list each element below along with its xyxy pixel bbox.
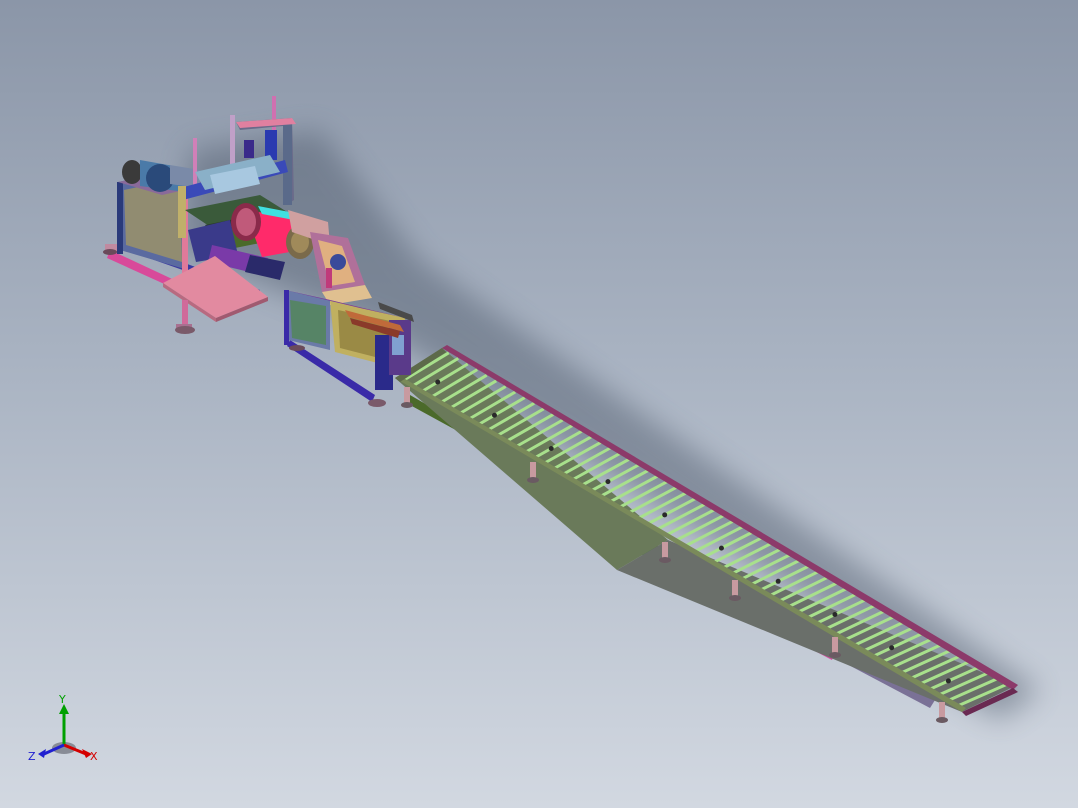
conveyor-leg-foot	[729, 595, 741, 601]
x-axis-label: X	[90, 750, 98, 763]
conveyor-leg-foot	[401, 402, 413, 408]
cad-viewport[interactable]: Y X Z	[0, 0, 1078, 808]
conveyor-leg-foot	[829, 652, 841, 658]
roller-bearing	[491, 412, 497, 418]
roller-conveyor[interactable]	[395, 345, 1018, 723]
roller-bearing	[775, 578, 781, 584]
conveyor-leg-foot	[659, 557, 671, 563]
roller-bearing	[889, 645, 895, 651]
z-axis-label: Z	[28, 750, 36, 763]
coordinate-triad[interactable]: Y X Z	[22, 690, 112, 770]
roller-bearing	[435, 379, 441, 385]
cad-model-view[interactable]	[0, 0, 1078, 808]
roller-bearing	[605, 479, 611, 485]
roller-bearing	[662, 512, 668, 518]
roller-bearing	[832, 612, 838, 618]
y-axis-label: Y	[59, 693, 66, 706]
roller-bearing	[718, 545, 724, 551]
roller-bearing	[945, 678, 951, 684]
roller-bearing	[548, 445, 554, 451]
z-axis-arrow	[38, 749, 46, 758]
conveyor-leg-foot	[936, 717, 948, 723]
conveyor-leg-foot	[527, 477, 539, 483]
